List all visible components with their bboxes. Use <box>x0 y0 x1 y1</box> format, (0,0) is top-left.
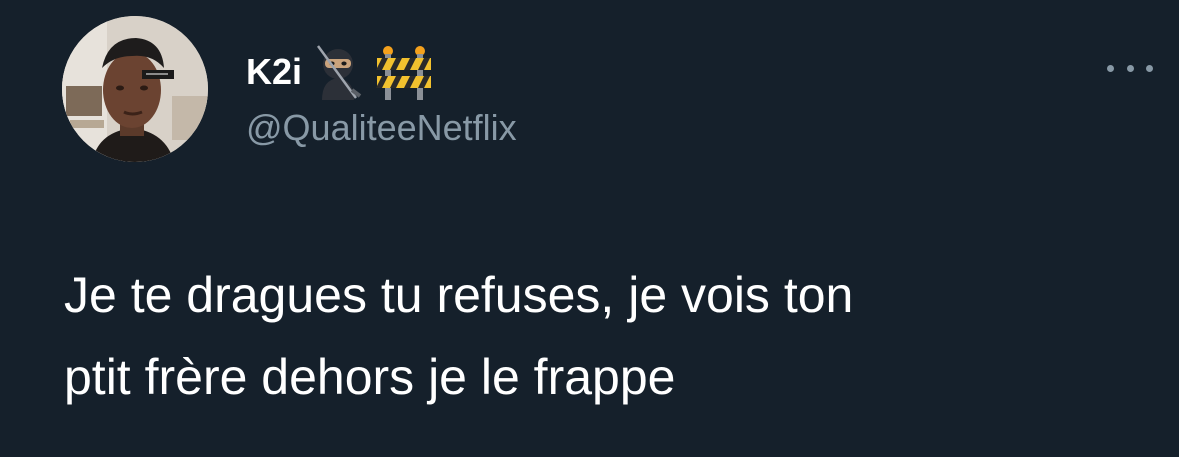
more-dot <box>1107 64 1114 72</box>
more-dot <box>1146 64 1153 72</box>
tweet-text: Je te dragues tu refuses, je vois ton pt… <box>64 267 854 405</box>
author-display-name[interactable]: K2i <box>246 54 302 90</box>
avatar-photo <box>62 16 208 162</box>
more-dot <box>1126 64 1134 72</box>
avatar[interactable] <box>62 16 208 162</box>
ninja-icon <box>312 44 364 100</box>
construction-barrier-icon <box>374 44 432 100</box>
author-name-row: K2i <box>246 44 432 100</box>
tweet-card: K2i @QualiteeNetflix Je te dragues tu re… <box>0 0 1179 457</box>
more-horizontal-icon[interactable] <box>1107 56 1153 80</box>
author-handle[interactable]: @QualiteeNetflix <box>246 106 517 149</box>
